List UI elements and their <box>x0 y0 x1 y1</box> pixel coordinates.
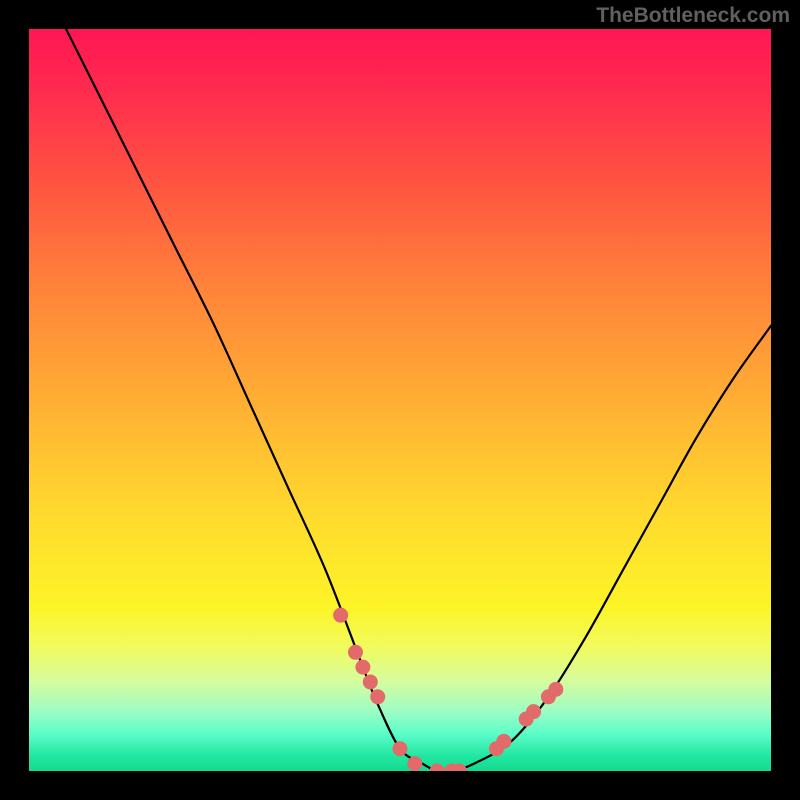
highlight-dot <box>526 704 541 719</box>
chart-plot-area <box>29 29 771 771</box>
highlight-dot <box>333 608 348 623</box>
bottleneck-curve-path <box>66 29 771 771</box>
highlight-dot <box>348 645 363 660</box>
highlight-dot <box>363 674 378 689</box>
chart-svg <box>29 29 771 771</box>
highlight-dots-group <box>333 608 563 771</box>
highlight-dot <box>393 741 408 756</box>
highlight-dot <box>430 764 445 772</box>
highlight-dot <box>370 689 385 704</box>
highlight-dot <box>548 682 563 697</box>
highlight-dot <box>355 660 370 675</box>
watermark-text: TheBottleneck.com <box>596 4 790 28</box>
highlight-dot <box>496 734 511 749</box>
highlight-dot <box>407 756 422 771</box>
